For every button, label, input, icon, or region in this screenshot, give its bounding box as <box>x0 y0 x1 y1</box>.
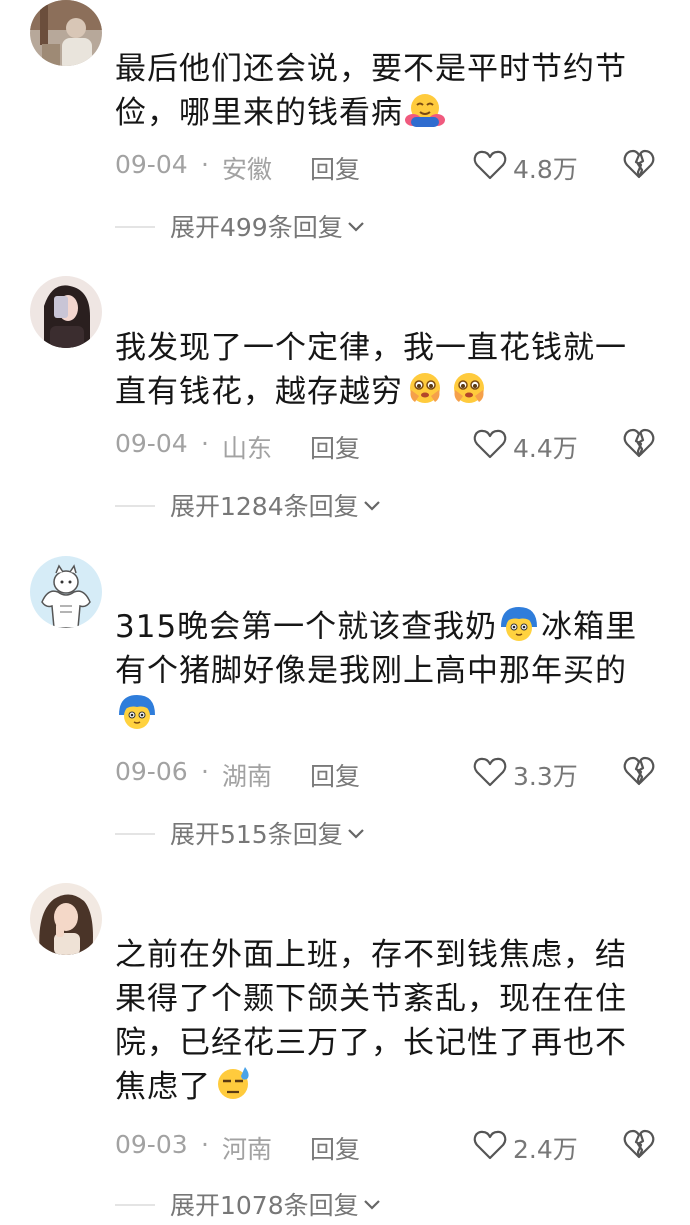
heart-outline-icon <box>473 1130 507 1160</box>
chevron-down-icon <box>363 1200 380 1210</box>
comment-text: 315晚会第一个就该查我奶 冰箱里 有个猪脚好像是我刚上高中那年买的 <box>115 605 655 737</box>
comment-meta: 09-04 · 安徽 回复 4.8万 <box>115 146 660 186</box>
reply-button[interactable]: 回复 <box>310 1130 360 1166</box>
comment-line: 院，已经花三万了，长记性了再也不 <box>115 1025 627 1061</box>
comment-line: 俭，哪里来的钱看病 <box>115 95 403 131</box>
chevron-down-icon <box>363 501 380 511</box>
comment-location: 河南 <box>222 1135 273 1164</box>
comment-line: 焦虑了 <box>115 1069 211 1105</box>
divider <box>115 1204 155 1206</box>
meta-separator: · <box>201 757 209 786</box>
heart-outline-icon <box>473 757 507 787</box>
expand-replies-label: 展开499条回复 <box>170 213 343 242</box>
blue-hair-face-emoji-icon <box>115 693 159 731</box>
comment-line: 315晚会第一个就该查我奶 <box>115 609 498 645</box>
comment-line: 冰箱里 <box>541 609 638 645</box>
comment-date: 09-04 <box>115 429 188 458</box>
comment-date: 09-03 <box>115 1130 188 1159</box>
comment-text: 之前在外面上班，存不到钱焦虑，结 果得了个颞下颌关节紊乱，现在在住 院，已经花三… <box>115 933 655 1109</box>
avatar[interactable] <box>30 276 102 348</box>
sweat-face-emoji-icon <box>211 1065 255 1103</box>
comment-location: 山东 <box>222 434 273 463</box>
broken-heart-icon[interactable] <box>623 427 655 459</box>
comment-line: 最后他们还会说，要不是平时节约节 <box>115 51 627 87</box>
meta-separator: · <box>201 429 209 458</box>
blue-hair-face-emoji-icon <box>497 605 541 643</box>
divider <box>115 833 155 835</box>
expand-replies-label: 展开1284条回复 <box>170 492 359 521</box>
broken-heart-icon[interactable] <box>623 755 655 787</box>
broken-heart-icon[interactable] <box>623 148 655 180</box>
divider <box>115 505 155 507</box>
divider <box>115 226 155 228</box>
comment-text: 最后他们还会说，要不是平时节约节 俭，哪里来的钱看病 <box>115 47 655 135</box>
reply-button[interactable]: 回复 <box>310 757 360 793</box>
heart-outline-icon <box>473 429 507 459</box>
reply-button[interactable]: 回复 <box>310 150 360 186</box>
reply-button[interactable]: 回复 <box>310 429 360 465</box>
avatar[interactable] <box>30 556 102 628</box>
chevron-down-icon <box>347 222 364 232</box>
comment-line: 之前在外面上班，存不到钱焦虑，结 <box>115 937 627 973</box>
comment-meta: 09-06 · 湖南 回复 3.3万 <box>115 753 660 793</box>
comment-meta: 09-04 · 山东 回复 4.4万 <box>115 425 660 465</box>
broken-heart-icon[interactable] <box>623 1128 655 1160</box>
crying-emoji-icon <box>447 370 491 408</box>
crying-emoji-icon <box>403 370 447 408</box>
comment-date: 09-04 <box>115 150 188 179</box>
avatar[interactable] <box>30 883 102 955</box>
like-count: 3.3万 <box>513 762 578 791</box>
comment-meta: 09-03 · 河南 回复 2.4万 <box>115 1126 660 1166</box>
comment-location: 安徽 <box>222 155 273 184</box>
heart-outline-icon <box>473 150 507 180</box>
expand-replies-label: 展开515条回复 <box>170 820 343 849</box>
comment-line: 有个猪脚好像是我刚上高中那年买的 <box>115 653 627 689</box>
chevron-down-icon <box>347 829 364 839</box>
comment-line: 直有钱花，越存越穷 <box>115 374 403 410</box>
avatar[interactable] <box>30 0 102 66</box>
comment-text: 我发现了一个定律，我一直花钱就一 直有钱花，越存越穷 <box>115 326 655 414</box>
comment-line: 果得了个颞下颌关节紊乱，现在在住 <box>115 981 627 1017</box>
comment-line: 我发现了一个定律，我一直花钱就一 <box>115 330 627 366</box>
like-count: 2.4万 <box>513 1135 578 1164</box>
comment-location: 湖南 <box>222 762 273 791</box>
expand-replies-label: 展开1078条回复 <box>170 1191 359 1220</box>
meta-separator: · <box>201 150 209 179</box>
like-count: 4.8万 <box>513 155 578 184</box>
hug-emoji-icon <box>403 91 447 129</box>
like-count: 4.4万 <box>513 434 578 463</box>
meta-separator: · <box>201 1130 209 1159</box>
comment-date: 09-06 <box>115 757 188 786</box>
